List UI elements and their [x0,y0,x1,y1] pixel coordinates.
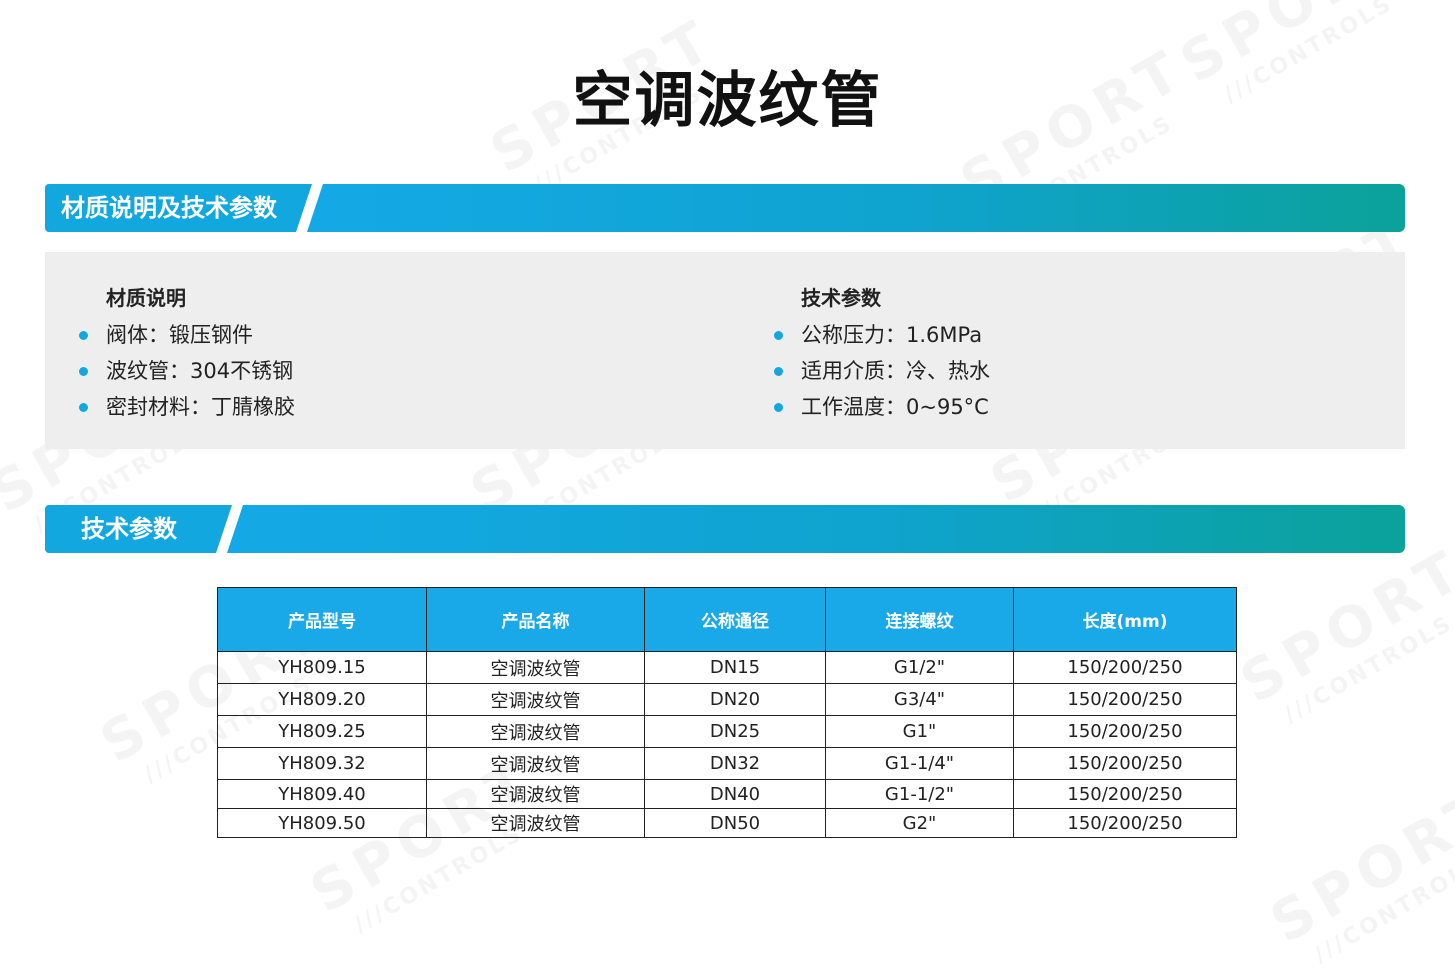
spec-table: 产品型号 产品名称 公称通径 连接螺纹 长度(mm) YH809.15 空调波纹… [217,587,1237,838]
table-cell: 空调波纹管 [426,747,645,780]
table-cell: G1-1/2" [825,779,1014,809]
table-cell: YH809.15 [217,651,427,684]
section-header-materials: 材质说明及技术参数 [45,184,1405,232]
table-cell: DN20 [644,683,826,716]
table-cell: G1/2" [825,651,1014,684]
table-cell: 空调波纹管 [426,808,645,838]
column-header: 长度(mm) [1013,587,1237,652]
header-gradient-bar [307,184,1405,232]
table-cell: YH809.40 [217,779,427,809]
watermark: SPORT///CONTROLS [1260,776,1455,978]
table-cell: 空调波纹管 [426,715,645,748]
list-item: 密封材料：丁腈橡胶 [79,389,295,425]
table-cell: G1" [825,715,1014,748]
bullet-icon [79,331,88,340]
section-heading: 材质说明及技术参数 [45,184,312,232]
section-header-params: 技术参数 [45,505,1405,553]
page-title: 空调波纹管 [572,66,883,136]
table-cell: 150/200/250 [1013,779,1237,809]
list-item: 工作温度：0~95°C [774,389,990,425]
table-cell: 150/200/250 [1013,747,1237,780]
table-cell: 150/200/250 [1013,715,1237,748]
table-cell: YH809.32 [217,747,427,780]
table-cell: 空调波纹管 [426,683,645,716]
table-cell: DN50 [644,808,826,838]
column-header: 连接螺纹 [825,587,1014,652]
section-heading: 技术参数 [45,505,232,553]
bullet-icon [79,367,88,376]
list-item: 公称压力：1.6MPa [774,317,990,353]
list-item: 波纹管：304不锈钢 [79,353,295,389]
table-cell: DN32 [644,747,826,780]
table-cell: G2" [825,808,1014,838]
list-item: 适用介质：冷、热水 [774,353,990,389]
bullet-icon [774,331,783,340]
table-cell: G3/4" [825,683,1014,716]
table-cell: YH809.25 [217,715,427,748]
column-header: 产品名称 [426,587,645,652]
list-item: 阀体：锻压钢件 [79,317,295,353]
watermark: SPORT///CONTROLS [1230,536,1455,738]
spec-panel: 材质说明 阀体：锻压钢件 波纹管：304不锈钢 密封材料：丁腈橡胶 技术参数 公… [45,252,1405,449]
tech-params-column: 技术参数 公称压力：1.6MPa 适用介质：冷、热水 工作温度：0~95°C [774,282,990,425]
table-cell: G1-1/4" [825,747,1014,780]
column-header: 产品型号 [217,587,427,652]
table-row: YH809.50 空调波纹管 DN50 G2" 150/200/250 [217,808,1237,838]
tech-params-list: 公称压力：1.6MPa 适用介质：冷、热水 工作温度：0~95°C [774,317,990,425]
table-cell: 150/200/250 [1013,683,1237,716]
table-cell: 空调波纹管 [426,779,645,809]
header-gradient-bar [227,505,1405,553]
tech-params-title: 技术参数 [801,286,881,310]
table-row: YH809.32 空调波纹管 DN32 G1-1/4" 150/200/250 [217,747,1237,780]
table-cell: 150/200/250 [1013,651,1237,684]
table-row: YH809.25 空调波纹管 DN25 G1" 150/200/250 [217,715,1237,748]
table-cell: DN25 [644,715,826,748]
table-cell: DN40 [644,779,826,809]
table-cell: YH809.50 [217,808,427,838]
table-cell: 150/200/250 [1013,808,1237,838]
materials-title: 材质说明 [106,286,186,310]
bullet-icon [79,403,88,412]
table-cell: YH809.20 [217,683,427,716]
bullet-icon [774,367,783,376]
materials-column: 材质说明 阀体：锻压钢件 波纹管：304不锈钢 密封材料：丁腈橡胶 [79,282,295,425]
table-row: YH809.20 空调波纹管 DN20 G3/4" 150/200/250 [217,683,1237,716]
column-header: 公称通径 [644,587,826,652]
table-header-row: 产品型号 产品名称 公称通径 连接螺纹 长度(mm) [217,587,1237,652]
table-row: YH809.15 空调波纹管 DN15 G1/2" 150/200/250 [217,651,1237,684]
table-cell: 空调波纹管 [426,651,645,684]
table-cell: DN15 [644,651,826,684]
bullet-icon [774,403,783,412]
table-row: YH809.40 空调波纹管 DN40 G1-1/2" 150/200/250 [217,779,1237,809]
materials-list: 阀体：锻压钢件 波纹管：304不锈钢 密封材料：丁腈橡胶 [79,317,295,425]
